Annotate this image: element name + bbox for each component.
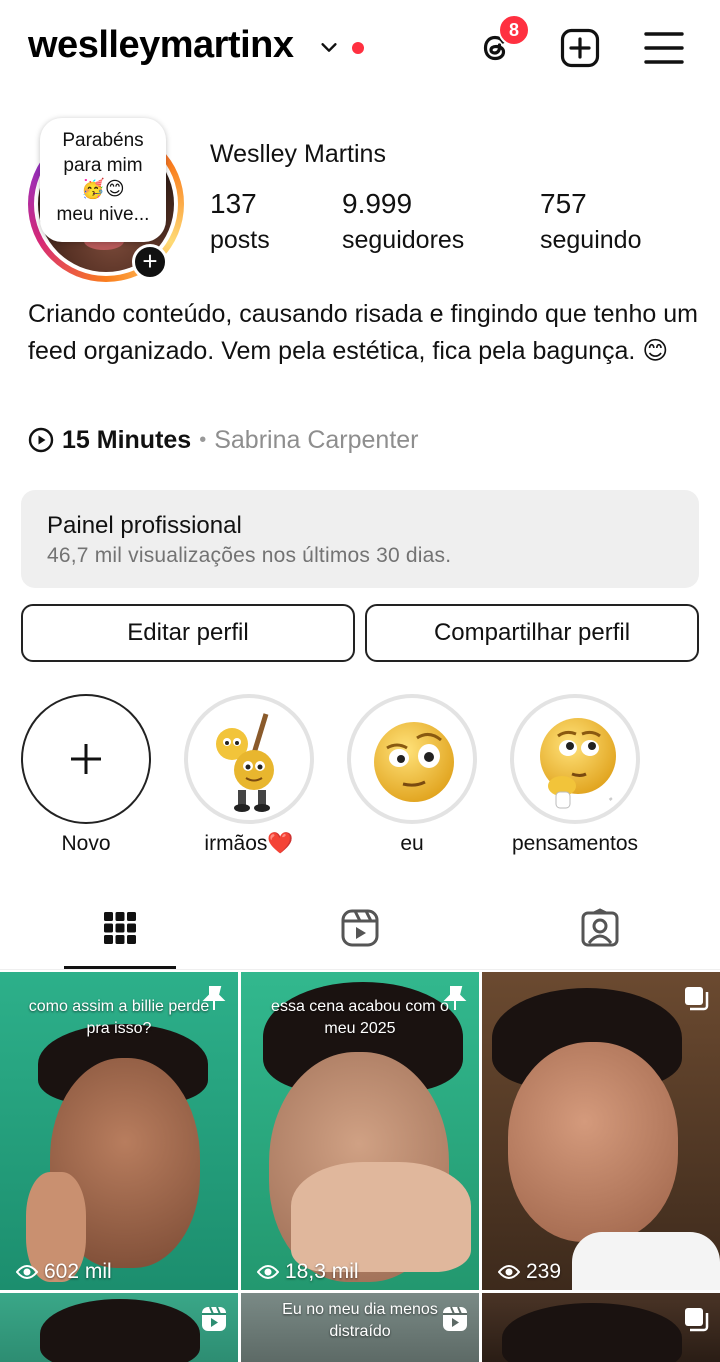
highlight-cover xyxy=(357,704,467,814)
plus-icon xyxy=(71,744,101,774)
carousel-icon xyxy=(685,1308,709,1332)
profile-note[interactable]: Parabéns para mim 🥳😊 meu nive... xyxy=(40,118,166,242)
reels-icon[interactable] xyxy=(340,908,380,948)
reels-icon xyxy=(443,1306,467,1331)
post-tile[interactable] xyxy=(482,1293,720,1362)
pin-icon xyxy=(443,986,467,1010)
top-bar: weslleymartinx 8 xyxy=(0,0,720,100)
profile-music[interactable]: 15 Minutes • Sabrina Carpenter xyxy=(28,424,419,456)
music-artist: Sabrina Carpenter xyxy=(214,425,419,454)
highlight-pensamentos[interactable]: pensamentos xyxy=(493,694,657,858)
thinking-emoji-icon xyxy=(540,718,618,809)
post-tile[interactable] xyxy=(0,1293,238,1362)
add-story-button[interactable]: + xyxy=(132,244,168,280)
post-tile[interactable]: como assim a billie perde pra isso? 602 … xyxy=(0,972,238,1290)
grid-icon[interactable] xyxy=(100,908,140,948)
professional-dashboard-subtitle: 46,7 mil visualizações nos últimos 30 di… xyxy=(47,544,452,567)
highlight-irmaos[interactable]: irmãos❤️ xyxy=(167,694,331,858)
emoji-group-icon xyxy=(216,713,274,812)
pin-icon xyxy=(202,986,226,1010)
bio-text: Criando conteúdo, causando risada e fing… xyxy=(28,300,698,365)
highlight-eu[interactable]: eu xyxy=(330,694,494,858)
stat-following[interactable]: 757 seguindo xyxy=(540,188,641,260)
account-switcher-username[interactable]: weslleymartinx xyxy=(28,24,294,67)
edit-profile-button[interactable]: Editar perfil xyxy=(21,604,355,662)
share-profile-button[interactable]: Compartilhar perfil xyxy=(365,604,699,662)
carousel-icon xyxy=(685,987,709,1011)
music-title: 15 Minutes xyxy=(62,425,192,454)
unread-dot xyxy=(352,42,364,54)
full-name: Weslley Martins xyxy=(210,140,386,168)
tagged-icon[interactable] xyxy=(580,908,620,948)
raised-eyebrow-emoji-icon xyxy=(374,722,454,802)
post-tile[interactable]: 239 xyxy=(482,972,720,1290)
stat-followers[interactable]: 9.999 seguidores xyxy=(342,188,464,260)
chevron-down-icon[interactable] xyxy=(318,36,340,58)
professional-dashboard-title: Painel profissional xyxy=(47,512,242,539)
tabs-divider xyxy=(0,969,720,970)
post-tile[interactable]: essa cena acabou com o meu 2025 18,3 mil xyxy=(241,972,479,1290)
post-tile[interactable]: Eu no meu dia menos distraído xyxy=(241,1293,479,1362)
play-circle-icon xyxy=(28,427,54,453)
highlight-cover xyxy=(194,704,304,814)
views-icon xyxy=(257,1265,279,1279)
views-icon xyxy=(16,1265,38,1279)
professional-dashboard[interactable]: Painel profissional 46,7 mil visualizaçõ… xyxy=(21,490,699,588)
reels-icon xyxy=(202,1306,226,1331)
menu-icon[interactable] xyxy=(644,30,684,66)
music-separator: • xyxy=(199,428,207,451)
highlight-cover xyxy=(520,704,630,814)
highlight-new[interactable]: Novo xyxy=(4,694,168,858)
create-post-icon[interactable] xyxy=(560,28,600,68)
views-icon xyxy=(498,1265,520,1279)
notification-badge: 8 xyxy=(498,14,530,46)
stat-posts[interactable]: 137 posts xyxy=(210,188,270,260)
